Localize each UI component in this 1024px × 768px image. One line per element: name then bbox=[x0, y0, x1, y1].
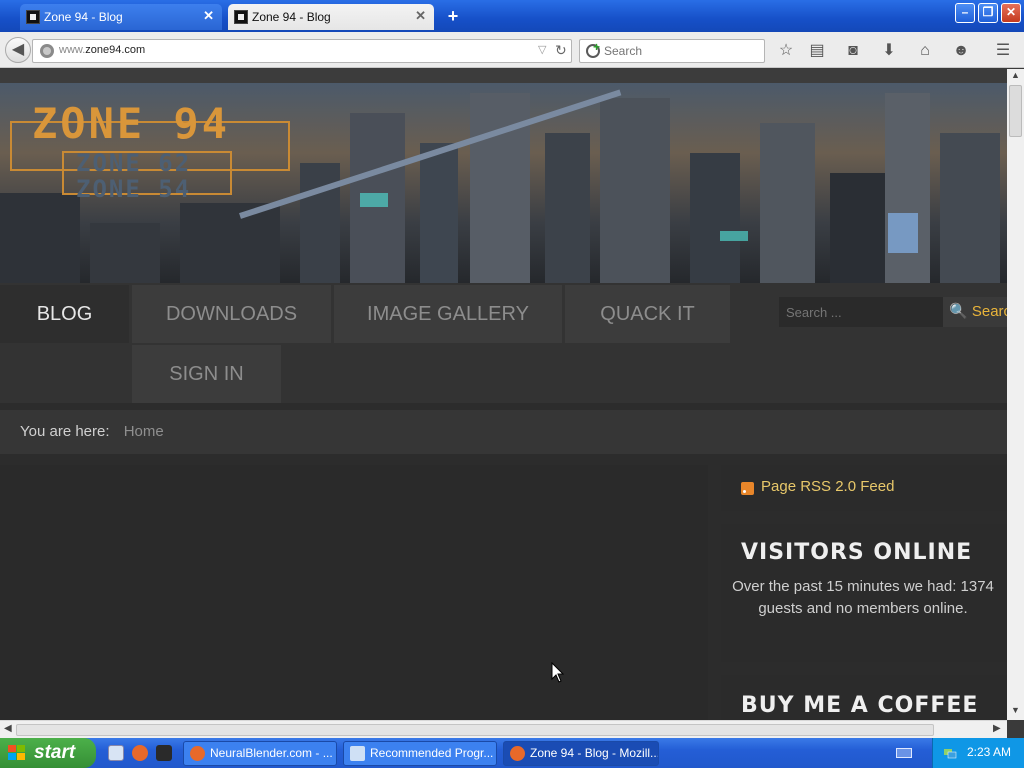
mouse-cursor-icon bbox=[551, 662, 565, 683]
search-icon: 🔍 bbox=[949, 303, 968, 320]
chat-icon[interactable]: ☻ bbox=[950, 40, 972, 62]
site-search-button[interactable]: 🔍 Search bbox=[943, 297, 1007, 327]
url-text: www.zone94.com bbox=[59, 44, 146, 56]
main-content-area bbox=[0, 465, 708, 720]
nav-item-downloads[interactable]: DOWNLOADS bbox=[132, 285, 331, 343]
clock[interactable]: 2:23 AM bbox=[967, 745, 1011, 759]
coffee-title: BUY ME A COFFEE bbox=[741, 693, 979, 718]
horizontal-scrollbar[interactable]: ◀ ▶ bbox=[0, 720, 1007, 738]
reload-icon[interactable]: ↻ bbox=[555, 42, 567, 59]
rss-feed-link[interactable]: Page RSS 2.0 Feed bbox=[761, 478, 894, 495]
firefox-icon bbox=[510, 746, 525, 761]
pocket-icon[interactable]: ◙ bbox=[842, 40, 864, 62]
rss-icon bbox=[741, 482, 754, 495]
restore-button[interactable]: ❐ bbox=[978, 3, 998, 23]
header-banner: ZONE 94 ZONE 62 ZONE 54 bbox=[0, 83, 1007, 283]
home-icon[interactable]: ⌂ bbox=[914, 40, 936, 62]
tab-title: Zone 94 - Blog bbox=[44, 10, 123, 24]
search-engine-icon[interactable] bbox=[586, 40, 600, 58]
breadcrumb-home-link[interactable]: Home bbox=[124, 423, 164, 440]
site-favicon-icon bbox=[26, 10, 40, 24]
browser-tab-1[interactable]: Zone 94 - Blog ✕ bbox=[20, 4, 222, 30]
firefox-icon bbox=[190, 746, 205, 761]
browser-search-input[interactable] bbox=[604, 44, 754, 58]
network-icon[interactable] bbox=[943, 746, 957, 760]
site-search-input[interactable] bbox=[779, 297, 943, 327]
windows-logo-icon bbox=[8, 745, 26, 761]
globe-icon bbox=[40, 44, 54, 58]
new-tab-button[interactable]: + bbox=[442, 5, 464, 27]
breadcrumb: You are here: Home bbox=[0, 410, 1007, 454]
windows-taskbar: start NeuralBlender.com - ... Recommende… bbox=[0, 738, 1024, 768]
browser-title-bar: Zone 94 - Blog ✕ Zone 94 - Blog ✕ + – ❐ … bbox=[0, 0, 1024, 32]
back-button[interactable]: ◀ bbox=[5, 37, 31, 63]
document-icon bbox=[350, 746, 365, 761]
system-tray: 2:23 AM bbox=[932, 738, 1024, 768]
breadcrumb-lead: You are here: bbox=[20, 423, 110, 440]
browser-nav-bar: ◀ www.zone94.com ▽ ↻ bbox=[0, 32, 1024, 68]
taskbar-item-neuralblender[interactable]: NeuralBlender.com - ... bbox=[183, 741, 337, 766]
browser-search-bar[interactable] bbox=[579, 39, 765, 63]
tab-close-icon[interactable]: ✕ bbox=[415, 8, 426, 24]
back-arrow-icon: ◀ bbox=[11, 41, 25, 58]
visitors-online-box: VISITORS ONLINE Over the past 15 minutes… bbox=[721, 524, 1007, 662]
reading-list-icon[interactable]: ▤ bbox=[806, 40, 828, 62]
scroll-right-icon[interactable]: ▶ bbox=[993, 723, 1001, 734]
minimize-button[interactable]: – bbox=[955, 3, 975, 23]
nav-item-blog[interactable]: BLOG bbox=[0, 285, 129, 343]
taskbar-item-recommended[interactable]: Recommended Progr... bbox=[343, 741, 497, 766]
nav-item-sign-in[interactable]: SIGN IN bbox=[132, 345, 281, 403]
tab-close-icon[interactable]: ✕ bbox=[203, 8, 214, 24]
visitors-text: Over the past 15 minutes we had: 1374 gu… bbox=[732, 578, 994, 617]
menu-icon[interactable]: ☰ bbox=[992, 40, 1014, 62]
vertical-scroll-thumb[interactable] bbox=[1009, 85, 1022, 137]
scroll-down-icon[interactable]: ▼ bbox=[1009, 705, 1022, 719]
buy-coffee-box: BUY ME A COFFEE bbox=[721, 675, 1007, 720]
scroll-up-icon[interactable]: ▲ bbox=[1009, 70, 1022, 84]
rss-feed-box: Page RSS 2.0 Feed bbox=[721, 465, 1007, 511]
nav-item-quack-it[interactable]: QUACK IT bbox=[565, 285, 730, 343]
download-icon[interactable]: ⬇ bbox=[878, 40, 900, 62]
quicklaunch-firefox-icon[interactable] bbox=[132, 745, 148, 761]
scroll-left-icon[interactable]: ◀ bbox=[4, 723, 12, 734]
quicklaunch-media-icon[interactable] bbox=[156, 745, 172, 761]
vertical-scrollbar[interactable]: ▲ ▼ bbox=[1007, 69, 1024, 720]
page-viewport: ZONE 94 ZONE 62 ZONE 54 BLOG DOWNLOADS I… bbox=[0, 69, 1007, 720]
tab-title: Zone 94 - Blog bbox=[252, 10, 331, 24]
start-button[interactable]: start bbox=[0, 738, 96, 768]
horizontal-scroll-thumb[interactable] bbox=[16, 724, 934, 736]
window-close-button[interactable]: ✕ bbox=[1001, 3, 1021, 23]
url-dropdown-icon[interactable]: ▽ bbox=[538, 43, 546, 56]
nav-item-image-gallery[interactable]: IMAGE GALLERY bbox=[334, 285, 562, 343]
quicklaunch-desktop-icon[interactable] bbox=[108, 745, 124, 761]
keyboard-icon[interactable] bbox=[896, 748, 912, 758]
browser-tab-2[interactable]: Zone 94 - Blog ✕ bbox=[228, 4, 434, 30]
taskbar-item-zone94[interactable]: Zone 94 - Blog - Mozill... bbox=[503, 741, 659, 766]
visitors-title: VISITORS ONLINE bbox=[741, 540, 973, 565]
site-main-nav: BLOG DOWNLOADS IMAGE GALLERY QUACK IT SI… bbox=[0, 283, 1007, 403]
bookmark-star-icon[interactable]: ☆ bbox=[775, 40, 797, 62]
site-logo[interactable]: ZONE 94 ZONE 62 ZONE 54 bbox=[10, 99, 292, 203]
top-strip bbox=[0, 69, 1007, 83]
address-bar[interactable]: www.zone94.com ▽ ↻ bbox=[32, 39, 572, 63]
site-favicon-icon bbox=[234, 10, 248, 24]
